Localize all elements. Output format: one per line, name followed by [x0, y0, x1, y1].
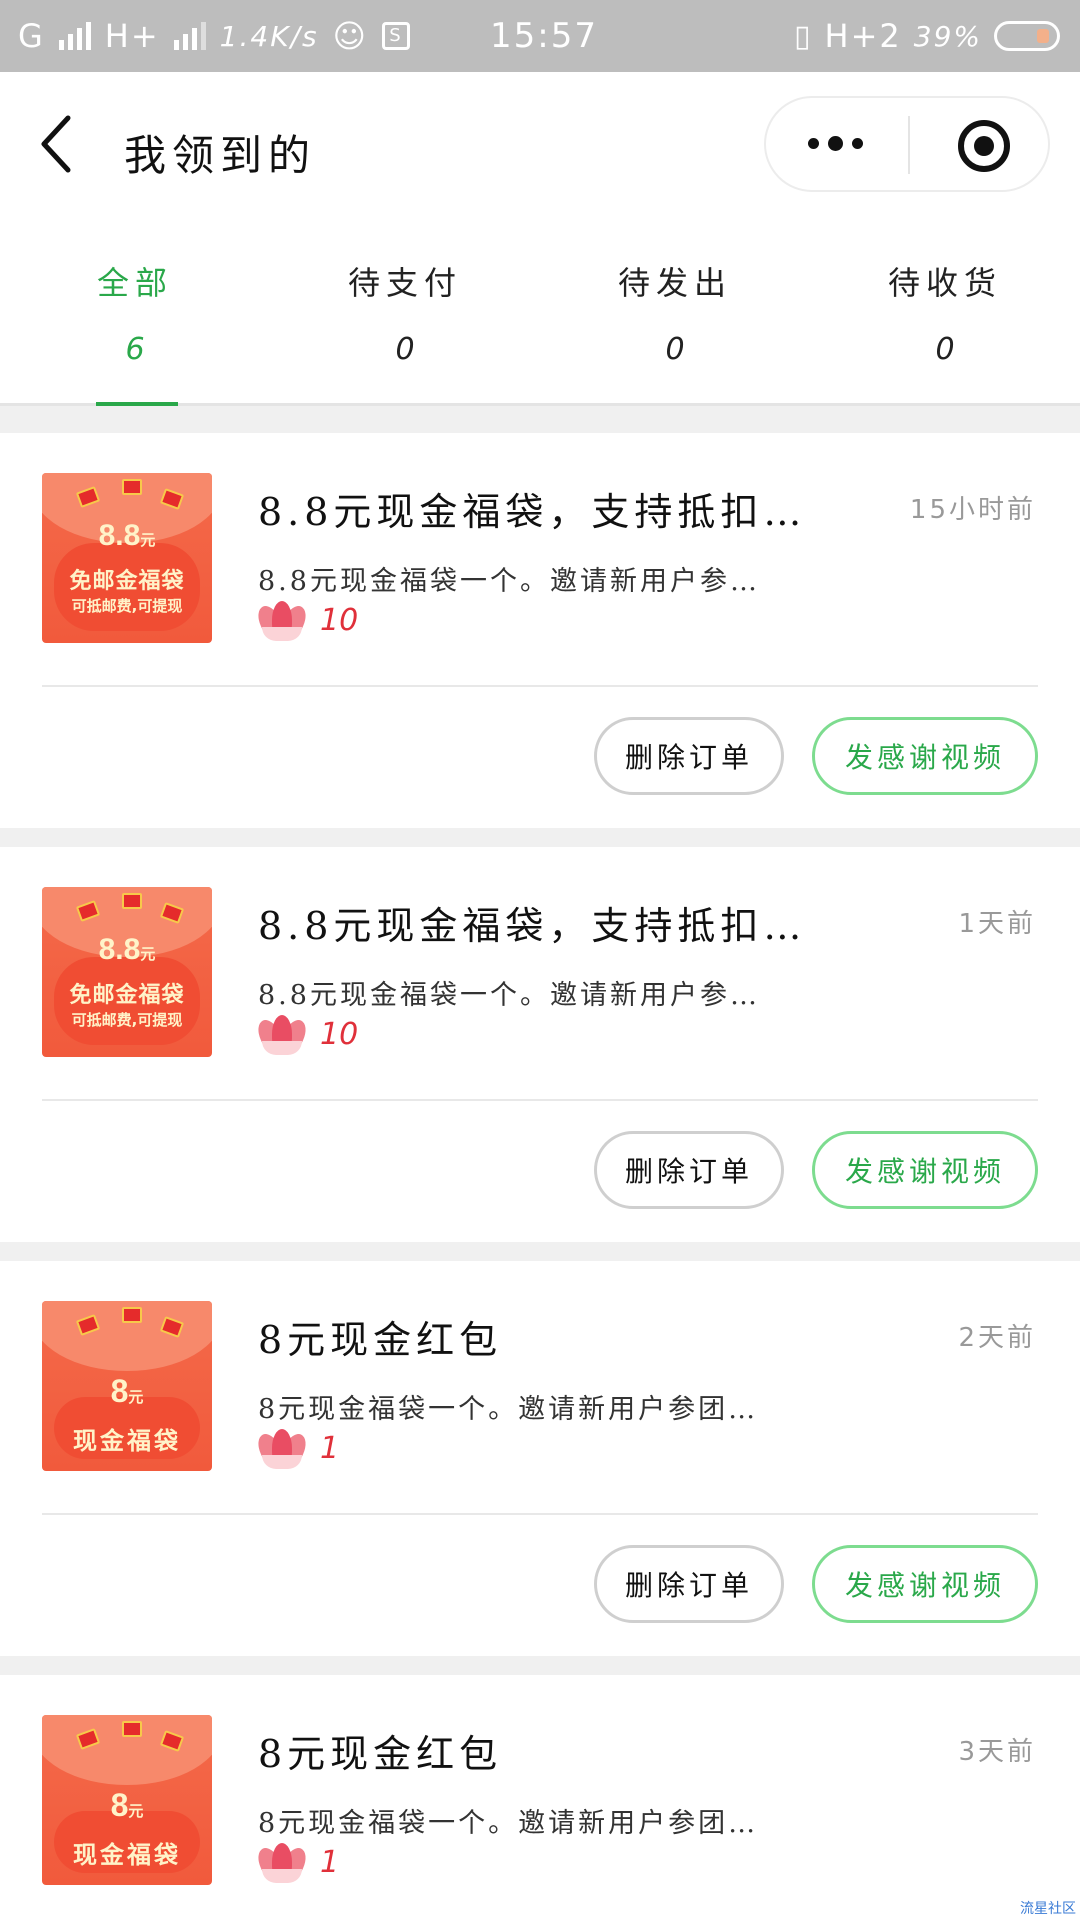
signal-icon [58, 22, 91, 50]
order-time: 15小时前 [909, 495, 1036, 525]
red-packet-thumbnail: 8元 现金福袋 [42, 1715, 212, 1885]
order-description: 8.8元现金福袋一个。邀请新用户参… [258, 980, 760, 1011]
send-thanks-video-button[interactable]: 发感谢视频 [812, 1545, 1038, 1623]
lotus-coin-icon [253, 601, 311, 642]
order-price: 10 [253, 601, 359, 642]
send-thanks-video-button[interactable]: 发感谢视频 [812, 717, 1038, 795]
lucky-bag-thumbnail: 8.8元 免邮金福袋 可抵邮费,可提现 [42, 473, 212, 643]
vibrate-icon: ▯ [794, 18, 813, 54]
thumb-amount: 8元 [110, 1787, 144, 1823]
price-value: 10 [320, 1016, 359, 1052]
lotus-coin-icon [253, 1015, 311, 1056]
thumb-amount: 8.8元 [98, 519, 156, 552]
thumb-subtitle: 可抵邮费,可提现 [71, 1011, 183, 1029]
tab-pending-receipt[interactable]: 待收货 0 [810, 220, 1080, 403]
network-type-2: H+ [104, 17, 160, 55]
tab-label: 待支付 [347, 264, 462, 302]
red-packet-thumbnail: 8元 现金福袋 [42, 1301, 212, 1471]
send-thanks-video-button[interactable]: 发感谢视频 [812, 1131, 1038, 1209]
lucky-bag-thumbnail: 8.8元 免邮金福袋 可抵邮费,可提现 [42, 887, 212, 1057]
tab-label: 全部 [96, 264, 173, 302]
status-right: ▯ H+2 39% [794, 0, 1060, 72]
thumb-title: 免邮金福袋 [69, 983, 185, 1008]
card-divider [42, 1099, 1038, 1101]
order-description: 8元现金福袋一个。邀请新用户参团… [258, 1394, 759, 1425]
thumb-amount: 8.8元 [98, 933, 156, 966]
battery-icon [994, 21, 1060, 51]
tab-count: 0 [665, 332, 685, 367]
page-title: 我领到的 [124, 131, 317, 180]
nav-header: 我领到的 [0, 72, 1080, 220]
order-card[interactable]: 8元 现金福袋 8元现金红包 3天前 8元现金福袋一个。邀请新用户参团… 1 [0, 1675, 1080, 1920]
tab-pending-shipment[interactable]: 待发出 0 [540, 220, 810, 403]
order-card[interactable]: 8元 现金福袋 8元现金红包 2天前 8元现金福袋一个。邀请新用户参团… 1 删… [0, 1261, 1080, 1656]
tab-pending-payment[interactable]: 待支付 0 [270, 220, 540, 403]
thumb-subtitle: 可抵邮费,可提现 [71, 597, 183, 615]
status-bar: G H+ 1.4K/s ☺ S 15:57 ▯ H+2 39% [0, 0, 1080, 72]
order-title: 8元现金红包 [258, 1732, 503, 1776]
card-divider [42, 1513, 1038, 1515]
thumb-title: 免邮金福袋 [69, 569, 185, 594]
signal-icon-2 [173, 22, 206, 50]
order-price: 1 [253, 1429, 340, 1470]
close-miniprogram-icon[interactable] [958, 120, 1010, 172]
tab-label: 待发出 [617, 264, 732, 302]
battery-percent: 39% [913, 19, 982, 53]
delete-order-button[interactable]: 删除订单 [594, 1131, 784, 1209]
lotus-coin-icon [253, 1429, 311, 1470]
order-title: 8元现金红包 [258, 1318, 503, 1362]
tab-count: 0 [395, 332, 415, 367]
app-notification-icon: S [381, 22, 410, 50]
tab-active-indicator [96, 402, 178, 406]
order-card[interactable]: 8.8元 免邮金福袋 可抵邮费,可提现 8.8元现金福袋，支持抵扣… 1天前 8… [0, 847, 1080, 1242]
tab-count: 0 [935, 332, 955, 367]
capsule-divider [908, 116, 910, 174]
order-price: 1 [253, 1843, 340, 1884]
more-icon[interactable] [808, 136, 863, 151]
order-card[interactable]: 8.8元 免邮金福袋 可抵邮费,可提现 8.8元现金福袋，支持抵扣… 15小时前… [0, 433, 1080, 828]
price-value: 1 [320, 1844, 340, 1880]
qq-icon: ☺ [332, 17, 368, 55]
back-icon[interactable] [38, 114, 78, 174]
order-title: 8.8元现金福袋，支持抵扣… [258, 490, 807, 534]
price-value: 1 [320, 1430, 340, 1466]
order-price: 10 [253, 1015, 359, 1056]
network-type: G [18, 17, 45, 55]
watermark: 流星社区 [1020, 1901, 1076, 1917]
order-time: 3天前 [958, 1737, 1036, 1767]
network-speed: 1.4K/s [219, 19, 319, 53]
lotus-coin-icon [253, 1843, 311, 1884]
tab-count: 6 [125, 332, 145, 367]
order-time: 1天前 [958, 909, 1036, 939]
order-description: 8.8元现金福袋一个。邀请新用户参… [258, 566, 760, 597]
card-divider [42, 685, 1038, 687]
thumb-title: 现金福袋 [73, 1841, 181, 1869]
order-description: 8元现金福袋一个。邀请新用户参团… [258, 1808, 759, 1839]
status-left: G H+ 1.4K/s ☺ S [18, 0, 410, 72]
thumb-amount: 8元 [110, 1373, 144, 1409]
tab-label: 待收货 [887, 264, 1002, 302]
delete-order-button[interactable]: 删除订单 [594, 717, 784, 795]
order-title: 8.8元现金福袋，支持抵扣… [258, 904, 807, 948]
miniprogram-capsule [764, 96, 1050, 192]
thumb-title: 现金福袋 [73, 1427, 181, 1455]
status-time: 15:57 [490, 16, 598, 56]
price-value: 10 [320, 602, 359, 638]
order-time: 2天前 [958, 1323, 1036, 1353]
tab-all[interactable]: 全部 6 [0, 220, 270, 403]
delete-order-button[interactable]: 删除订单 [594, 1545, 784, 1623]
order-tabs: 全部 6 待支付 0 待发出 0 待收货 0 [0, 220, 1080, 406]
network-type-3: H+2 [824, 17, 902, 55]
